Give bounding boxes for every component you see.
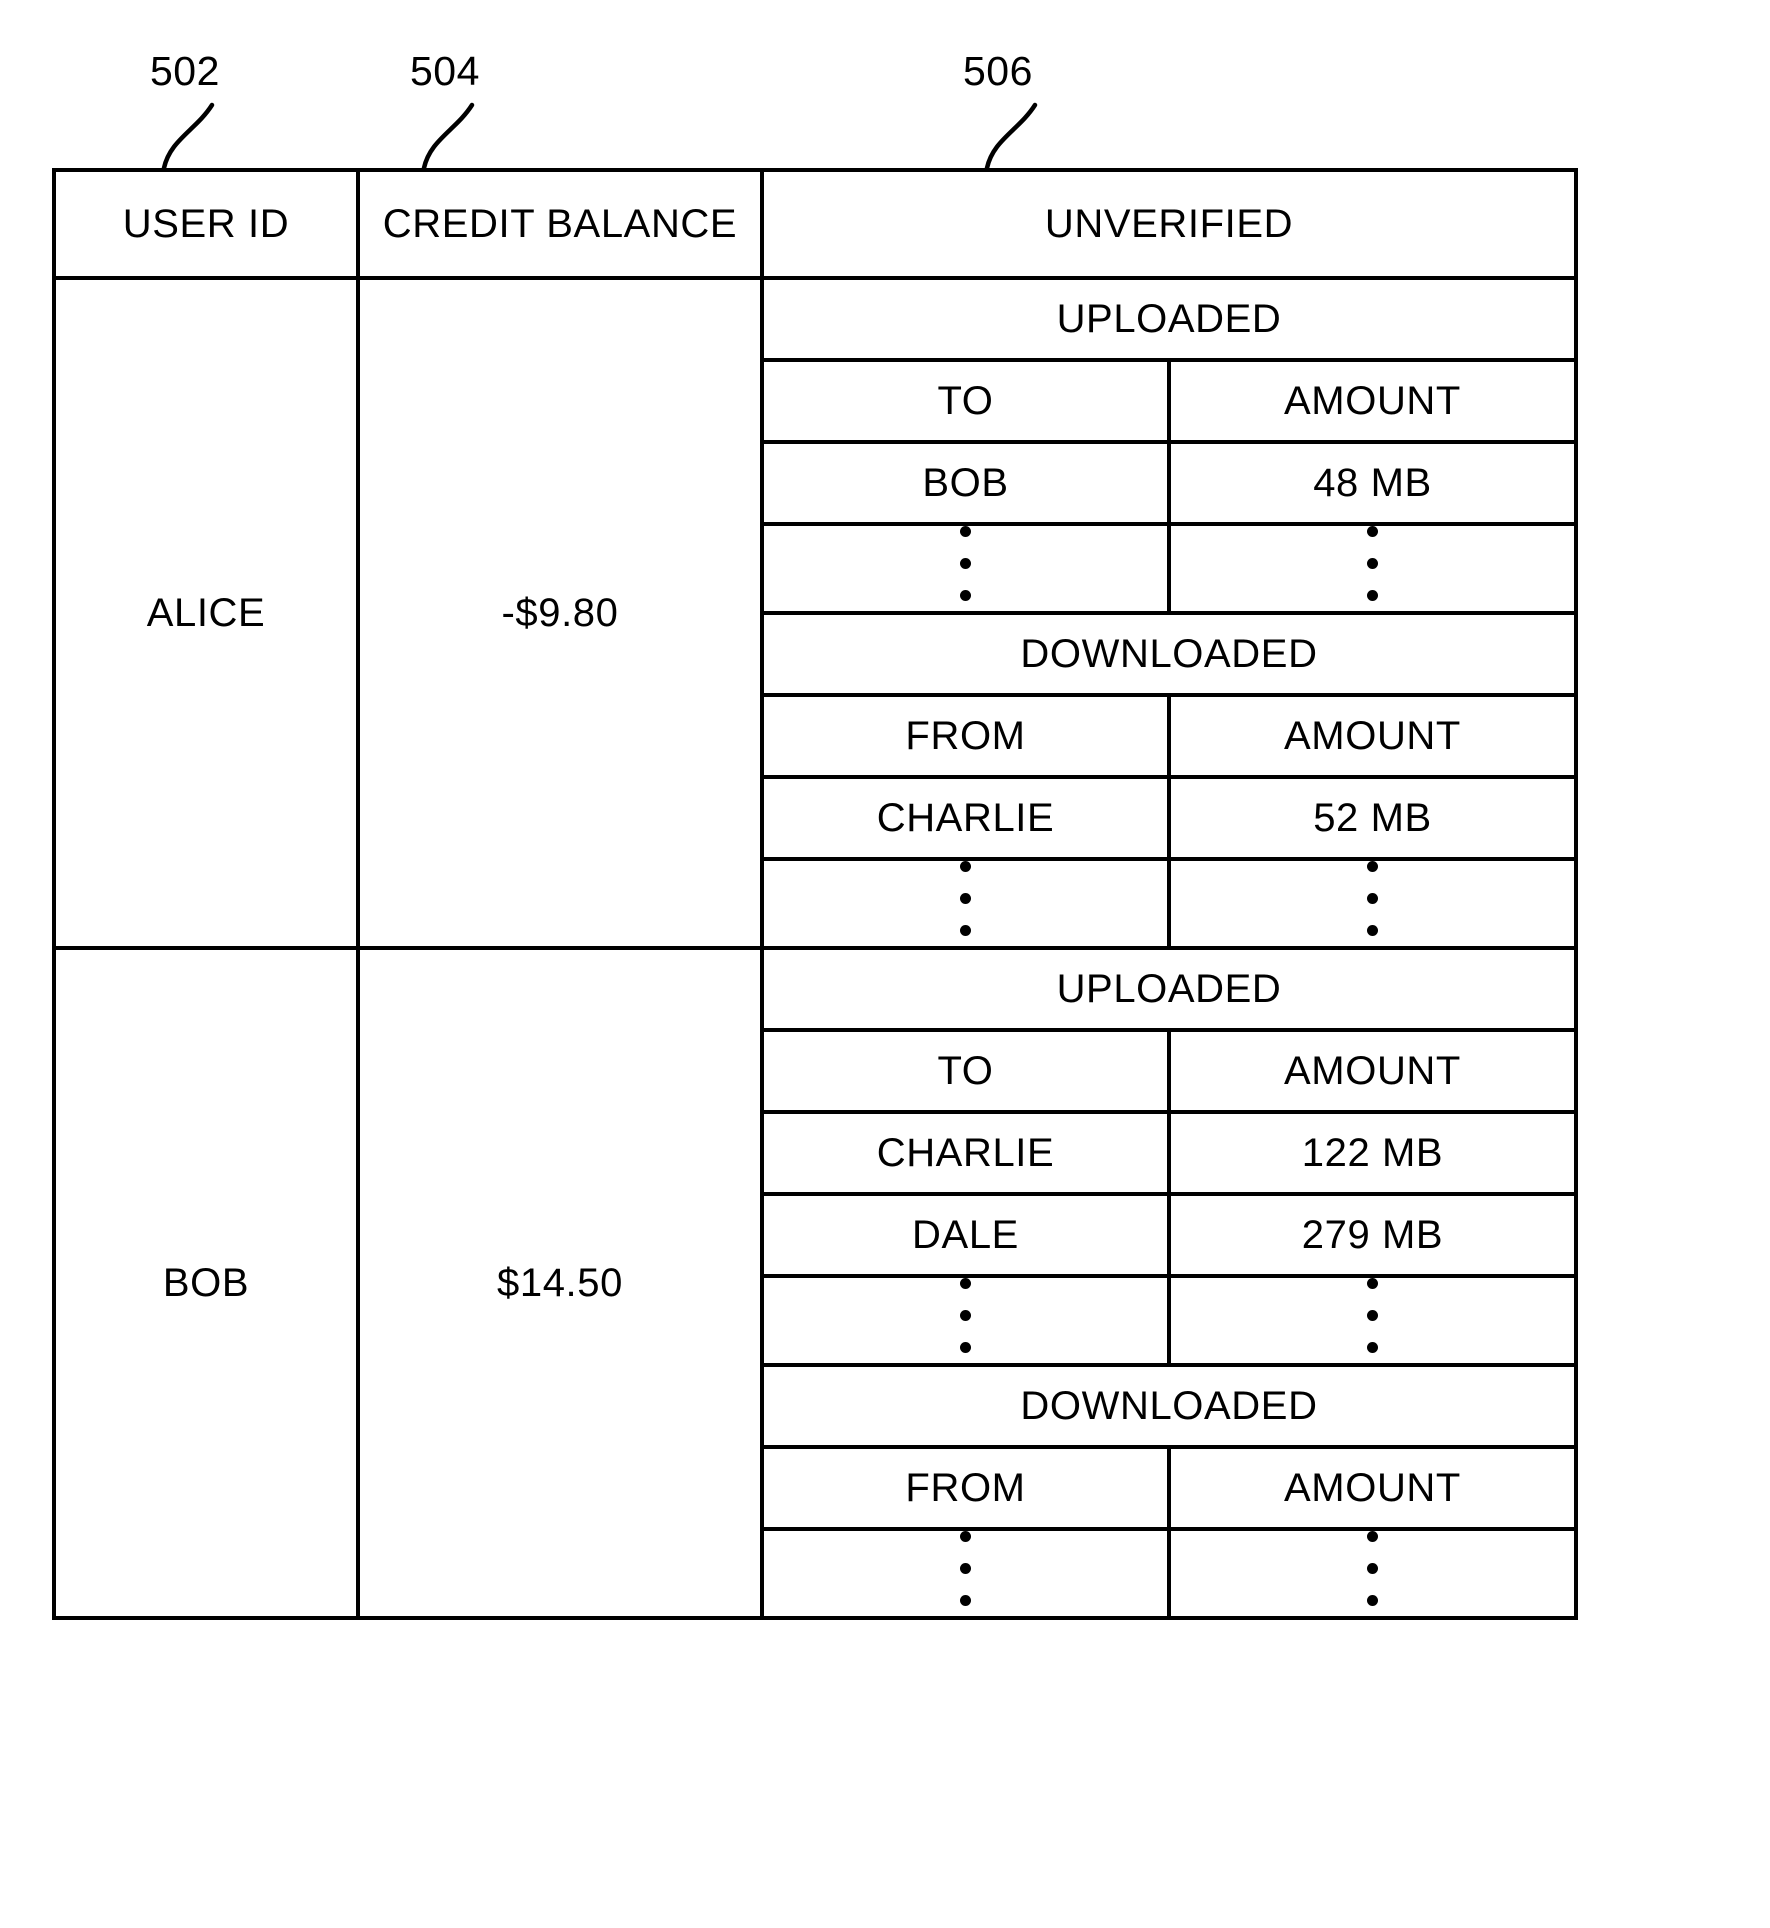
subcolumn-header-from: FROM <box>764 1445 1171 1531</box>
section-header-uploaded: UPLOADED <box>764 950 1574 1032</box>
cell-uploaded-amount-ellipsis <box>1167 522 1574 615</box>
subcolumn-header-downloaded-amount: AMOUNT <box>1167 1445 1574 1531</box>
uploaded-section-header-row: UPLOADED <box>764 280 1574 362</box>
cell-uploaded-party: DALE <box>764 1192 1171 1278</box>
cell-unverified: UPLOADED TO AMOUNT CHARLIE 122 MB DALE 2… <box>760 946 1578 1620</box>
vertical-ellipsis-icon <box>960 1531 971 1606</box>
subcolumn-header-uploaded-amount: AMOUNT <box>1167 358 1574 444</box>
section-header-downloaded: DOWNLOADED <box>764 1363 1574 1449</box>
vertical-ellipsis-icon <box>1367 861 1378 936</box>
subcolumn-header-downloaded-amount: AMOUNT <box>1167 693 1574 779</box>
downloaded-entry-row: CHARLIE 52 MB <box>764 775 1574 861</box>
cell-downloaded-party-ellipsis <box>764 1527 1171 1616</box>
cell-uploaded-party-ellipsis <box>764 522 1171 615</box>
section-header-downloaded: DOWNLOADED <box>764 611 1574 697</box>
ref-506: 506 <box>963 48 1033 94</box>
section-header-uploaded: UPLOADED <box>764 280 1574 362</box>
cell-downloaded-amount-ellipsis <box>1167 1527 1574 1616</box>
patent-figure: 502 504 506 508 514 510 518 512 516 USER… <box>0 0 1770 1928</box>
cell-uploaded-amount: 122 MB <box>1167 1110 1574 1196</box>
subcolumn-header-uploaded-amount: AMOUNT <box>1167 1028 1574 1114</box>
downloaded-column-header-row: FROM AMOUNT <box>764 693 1574 779</box>
cell-downloaded-amount: 52 MB <box>1167 775 1574 861</box>
cell-uploaded-amount: 279 MB <box>1167 1192 1574 1278</box>
uploaded-section-header-row: UPLOADED <box>764 950 1574 1032</box>
main-table: USER ID CREDIT BALANCE UNVERIFIED ALICE … <box>52 168 1578 1620</box>
column-header-user-id: USER ID <box>52 168 360 280</box>
uploaded-entry-row: BOB 48 MB <box>764 440 1574 526</box>
cell-downloaded-party: CHARLIE <box>764 775 1171 861</box>
cell-downloaded-party-ellipsis <box>764 857 1171 946</box>
table-row: ALICE -$9.80 UPLOADED TO AMOUNT BOB 48 M… <box>52 276 1578 950</box>
vertical-ellipsis-icon <box>960 526 971 601</box>
vertical-ellipsis-icon <box>1367 1531 1378 1606</box>
downloaded-continuation-row <box>764 1527 1574 1616</box>
uploaded-continuation-row <box>764 1274 1574 1367</box>
downloaded-section-header-row: DOWNLOADED <box>764 611 1574 697</box>
cell-unverified: UPLOADED TO AMOUNT BOB 48 MB DOWNLOADED … <box>760 276 1578 950</box>
cell-uploaded-party-ellipsis <box>764 1274 1171 1367</box>
cell-uploaded-amount-ellipsis <box>1167 1274 1574 1367</box>
ref-502: 502 <box>150 48 220 94</box>
subcolumn-header-to: TO <box>764 1028 1171 1114</box>
credit-ledger-table: USER ID CREDIT BALANCE UNVERIFIED ALICE … <box>52 168 1578 1620</box>
uploaded-entry-row: DALE 279 MB <box>764 1192 1574 1278</box>
vertical-ellipsis-icon <box>960 1278 971 1353</box>
cell-uploaded-party: BOB <box>764 440 1171 526</box>
unverified-subtable: UPLOADED TO AMOUNT CHARLIE 122 MB DALE 2… <box>764 950 1574 1616</box>
uploaded-column-header-row: TO AMOUNT <box>764 358 1574 444</box>
subcolumn-header-from: FROM <box>764 693 1171 779</box>
uploaded-column-header-row: TO AMOUNT <box>764 1028 1574 1114</box>
cell-downloaded-amount-ellipsis <box>1167 857 1574 946</box>
downloaded-section-header-row: DOWNLOADED <box>764 1363 1574 1449</box>
uploaded-entry-row: CHARLIE 122 MB <box>764 1110 1574 1196</box>
vertical-ellipsis-icon <box>1367 526 1378 601</box>
cell-uploaded-amount: 48 MB <box>1167 440 1574 526</box>
subcolumn-header-to: TO <box>764 358 1171 444</box>
table-row: BOB $14.50 UPLOADED TO AMOUNT CHARLIE 12… <box>52 946 1578 1620</box>
downloaded-continuation-row <box>764 857 1574 946</box>
vertical-ellipsis-icon <box>960 861 971 936</box>
cell-user-id: ALICE <box>52 276 360 950</box>
column-header-credit-balance: CREDIT BALANCE <box>356 168 764 280</box>
ref-504: 504 <box>410 48 480 94</box>
uploaded-continuation-row <box>764 522 1574 615</box>
unverified-subtable: UPLOADED TO AMOUNT BOB 48 MB DOWNLOADED … <box>764 280 1574 946</box>
vertical-ellipsis-icon <box>1367 1278 1378 1353</box>
cell-user-id: BOB <box>52 946 360 1620</box>
table-header-row: USER ID CREDIT BALANCE UNVERIFIED <box>52 168 1578 280</box>
cell-credit-balance: -$9.80 <box>356 276 764 950</box>
cell-uploaded-party: CHARLIE <box>764 1110 1171 1196</box>
column-header-unverified: UNVERIFIED <box>760 168 1578 280</box>
downloaded-column-header-row: FROM AMOUNT <box>764 1445 1574 1531</box>
cell-credit-balance: $14.50 <box>356 946 764 1620</box>
